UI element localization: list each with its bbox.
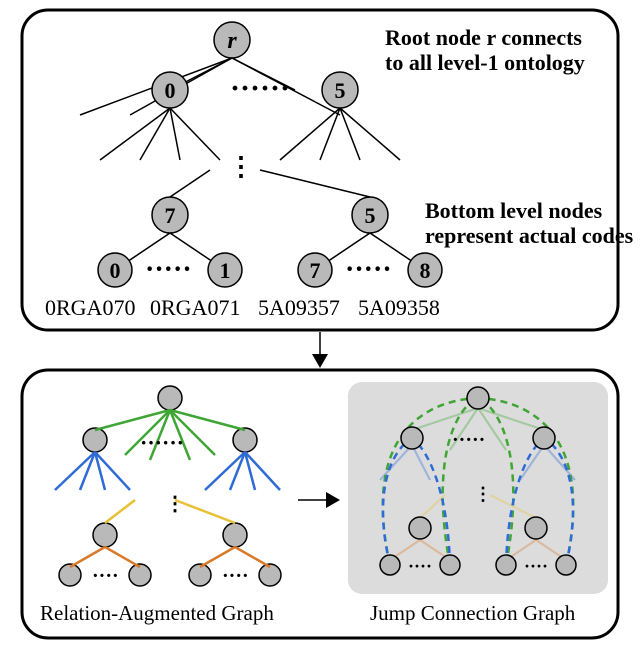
- left-caption: Relation-Augmented Graph: [40, 601, 274, 625]
- dots-icon: ·····: [145, 254, 192, 285]
- caption-leaf-line2: represent actual codes: [425, 223, 634, 248]
- node-leafparent-right-label: 5: [365, 203, 376, 228]
- svg-text:····: ····: [222, 565, 249, 587]
- svg-text:····: ····: [524, 556, 548, 576]
- dots-icon: ······: [230, 72, 290, 105]
- dots-icon: ⋮: [228, 152, 254, 181]
- node-leaf-lr-label: 1: [220, 258, 231, 283]
- caption-root-line2: to all level-1 ontology: [385, 50, 585, 75]
- node-l1-right-label: 5: [335, 78, 346, 103]
- node-leaf-rr-label: 8: [420, 258, 431, 283]
- code-label-lr: 0RGA071: [150, 295, 240, 320]
- right-caption: Jump Connection Graph: [370, 601, 576, 625]
- code-label-rl: 5A09357: [258, 295, 340, 320]
- svg-text:⋮: ⋮: [165, 493, 185, 515]
- code-label-rr: 5A09358: [358, 295, 440, 320]
- node-l1-left-label: 0: [165, 78, 176, 103]
- caption-leaf-line1: Bottom level nodes: [425, 198, 603, 223]
- node-leafparent-left-label: 7: [165, 203, 176, 228]
- caption-root-line1: Root node r connects: [385, 25, 582, 50]
- dots-icon: ·····: [345, 254, 392, 285]
- svg-text:·····: ·····: [452, 429, 485, 451]
- arrowhead-icon: [312, 354, 328, 368]
- svg-text:······: ······: [140, 430, 184, 455]
- svg-text:⋮: ⋮: [474, 484, 492, 504]
- code-label-ll: 0RGA070: [45, 295, 135, 320]
- svg-text:····: ····: [92, 565, 119, 587]
- node-root-label: r: [227, 28, 237, 54]
- node-leaf-ll-label: 0: [110, 258, 121, 283]
- svg-text:····: ····: [408, 556, 432, 576]
- node-leaf-rl-label: 7: [310, 258, 321, 283]
